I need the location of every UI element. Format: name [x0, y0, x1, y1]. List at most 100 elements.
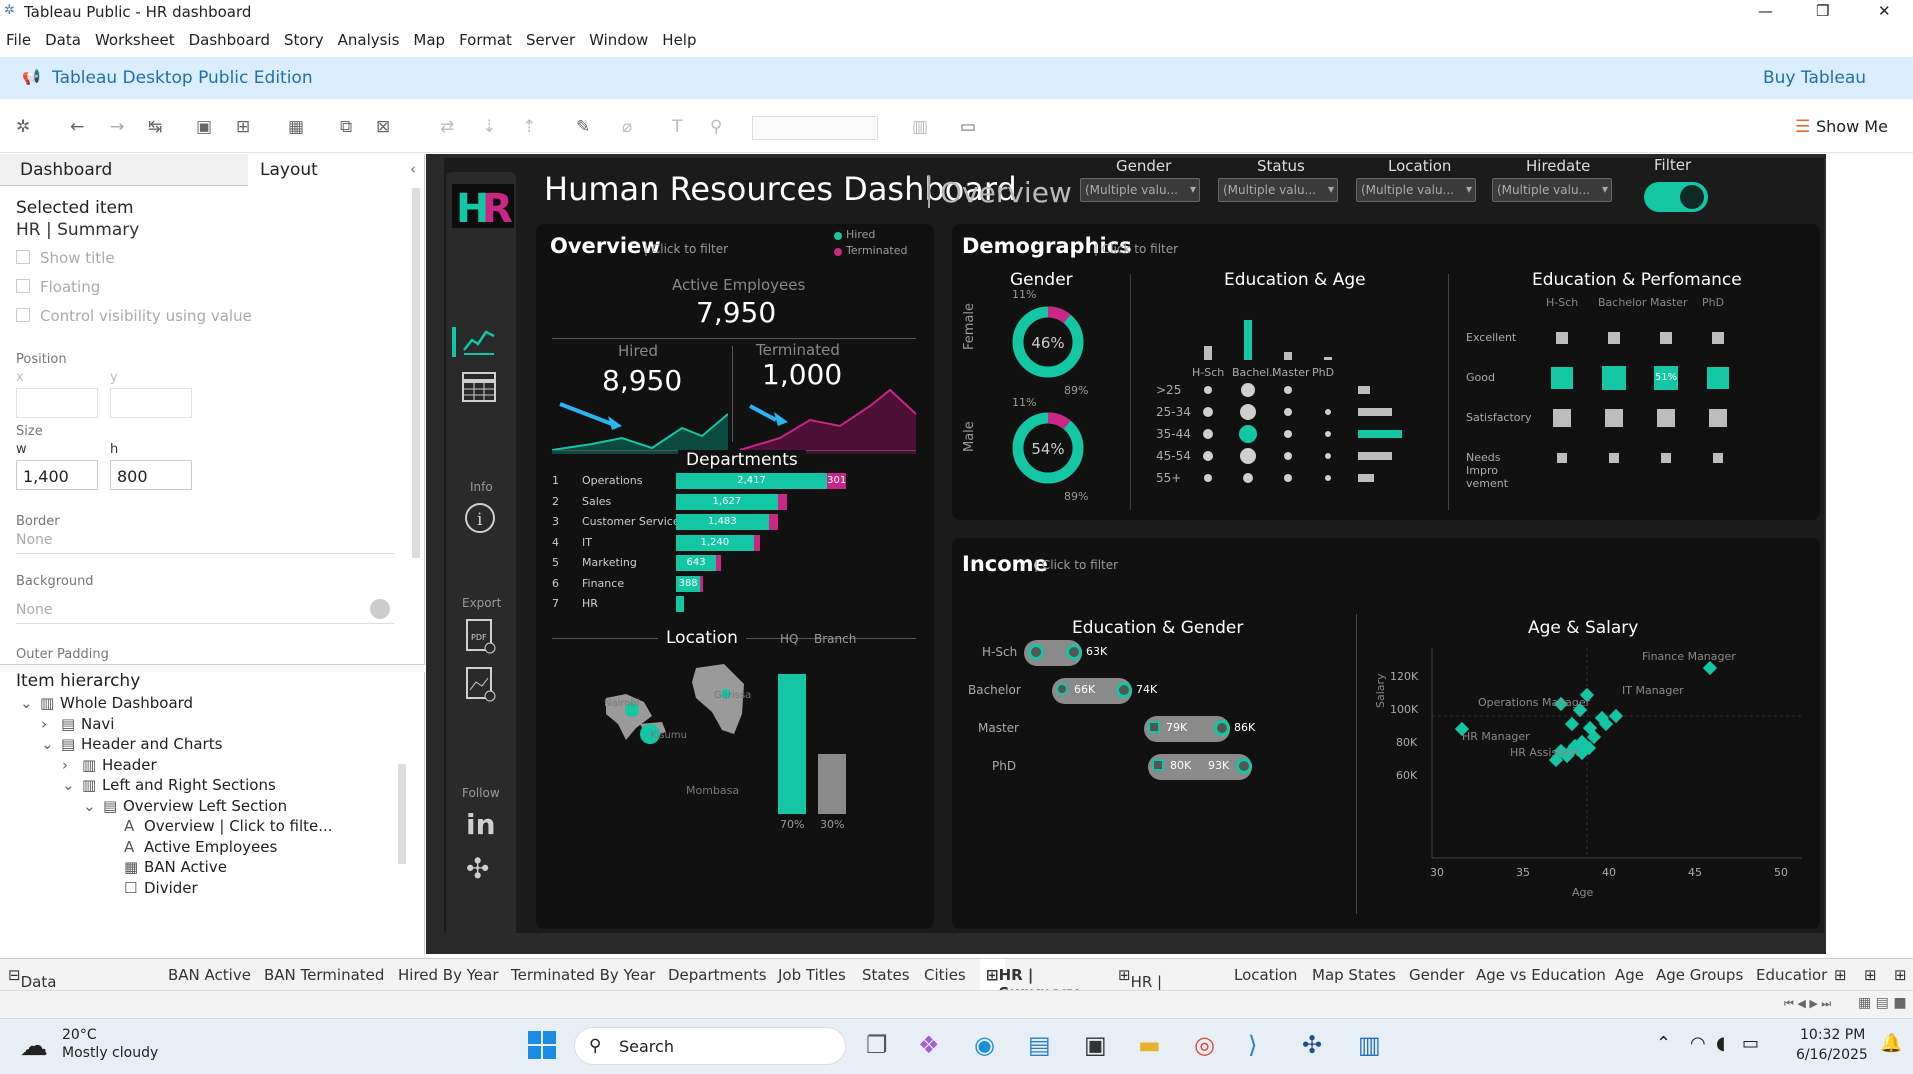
hierarchy-item[interactable]: ⌄ ▤ Header and Charts [41, 735, 222, 753]
hierarchy-item[interactable]: ☐ Divider [104, 879, 198, 897]
perf-cell[interactable] [1605, 409, 1623, 427]
tableau-public-icon[interactable]: ✣ [466, 852, 489, 885]
hierarchy-item[interactable]: A Overview | Click to filte... [104, 817, 333, 835]
menu-dashboard[interactable]: Dashboard [189, 31, 270, 49]
expand-toggle-icon[interactable]: › [62, 756, 82, 774]
income-male-marker[interactable] [1066, 644, 1082, 660]
department-terminated-bar[interactable] [768, 514, 778, 530]
menu-format[interactable]: Format [459, 31, 512, 49]
swap-icon[interactable]: ⇄ [440, 117, 454, 137]
edu-bar[interactable] [1204, 346, 1212, 360]
department-hired-bar[interactable]: 1,240 [676, 534, 754, 551]
hierarchy-scrollbar[interactable] [398, 764, 406, 864]
edu-perf-chart[interactable]: H-Sch Bachelor Master PhD Excellent Good 51% Sa… [1462, 296, 1812, 516]
edge-icon[interactable]: ◉ [974, 1031, 995, 1059]
active-sheet-tab[interactable]: ⊞ HR | Summary [980, 959, 1079, 1002]
show-me-icon[interactable]: ☰ [1795, 117, 1810, 137]
dashboard-tab[interactable]: ⊞ HR | Details [1118, 966, 1183, 1009]
export-pdf-icon[interactable]: PDF [464, 618, 496, 654]
label-icon[interactable]: T [672, 117, 682, 137]
age-group-bar[interactable] [1358, 474, 1374, 482]
pin-icon[interactable]: ⚲ [710, 117, 722, 137]
age-salary-scatter[interactable]: Salary Age 120K 100K 80K 60K 30 35 40 45… [1362, 638, 1812, 928]
perf-cell[interactable] [1556, 332, 1568, 344]
store-icon[interactable]: ▤ [1028, 1031, 1051, 1059]
perf-cell[interactable] [1661, 453, 1671, 463]
floating-checkbox[interactable] [16, 279, 30, 293]
perf-cell[interactable] [1602, 366, 1626, 390]
tab-dashboard[interactable]: Dashboard [0, 154, 248, 186]
perf-cell[interactable] [1713, 453, 1723, 463]
department-hired-bar[interactable]: 1,483 [676, 514, 769, 530]
menu-story[interactable]: Story [284, 31, 324, 49]
hierarchy-item[interactable]: ⌄ ▥ Left and Right Sections [62, 776, 276, 794]
menu-file[interactable]: File [6, 31, 31, 49]
expand-toggle-icon[interactable]: ⌄ [41, 735, 61, 753]
scatter-point[interactable] [1608, 708, 1624, 724]
new-worksheet-tab-icon[interactable]: ⊞ [1834, 966, 1847, 984]
income-female-marker[interactable] [1028, 644, 1044, 660]
department-hired-bar[interactable]: 1,627 [676, 493, 778, 510]
background-select[interactable]: None [16, 602, 394, 624]
summary-chart-icon[interactable] [462, 324, 496, 356]
income-female-marker[interactable] [1148, 721, 1160, 733]
sheet-tab[interactable]: BAN Terminated [264, 966, 384, 984]
menu-map[interactable]: Map [413, 31, 445, 49]
department-terminated-bar[interactable] [700, 575, 703, 592]
sheet-tab[interactable]: Departments [668, 966, 767, 984]
presentation-icon[interactable]: ▭ [960, 117, 976, 137]
edu-age-dot[interactable] [1203, 429, 1213, 439]
edu-age-dot[interactable] [1204, 386, 1212, 394]
file-explorer-icon[interactable]: ▬ [1138, 1031, 1161, 1059]
edu-age-dot[interactable] [1284, 474, 1292, 482]
perf-cell[interactable] [1707, 367, 1729, 389]
income-female-marker[interactable] [1056, 683, 1068, 695]
duplicate-icon[interactable]: ⧉ [340, 117, 352, 137]
highlight-icon[interactable]: ✎ [576, 117, 590, 137]
perf-cell[interactable] [1609, 453, 1619, 463]
active-employees-value[interactable]: 7,950 [696, 296, 776, 329]
menu-help[interactable]: Help [662, 31, 696, 49]
department-terminated-bar[interactable]: 301 [827, 473, 846, 489]
notepad-icon[interactable]: ▥ [1358, 1031, 1381, 1059]
tableau-home-icon[interactable]: ✲ [16, 117, 30, 137]
edu-bar[interactable] [1284, 352, 1292, 360]
sheet-tab[interactable]: Age [1615, 966, 1644, 984]
edu-bar[interactable] [1324, 357, 1332, 360]
expand-toggle-icon[interactable]: ⌄ [83, 797, 103, 815]
age-group-bar[interactable] [1358, 408, 1392, 416]
edu-age-dot[interactable] [1203, 451, 1213, 461]
copilot-icon[interactable]: ❖ [918, 1031, 940, 1059]
department-hired-bar[interactable]: 388 [676, 575, 701, 592]
wifi-icon[interactable]: ◠ [1690, 1033, 1706, 1054]
sheet-tab[interactable]: Cities [924, 966, 966, 984]
x-input[interactable] [16, 388, 98, 418]
edu-age-dot[interactable] [1241, 383, 1255, 397]
cloudy-weather-icon[interactable]: ☁ [20, 1029, 48, 1062]
collapse-panel-icon[interactable]: ‹ [410, 160, 416, 178]
edu-age-dot[interactable] [1284, 386, 1292, 394]
maximize-button[interactable]: ❐ [1816, 2, 1829, 20]
location-filter-dropdown[interactable]: (Multiple valu... ▾ [1356, 178, 1476, 202]
menu-server[interactable]: Server [526, 31, 575, 49]
volume-icon[interactable]: ◖ [1716, 1033, 1725, 1054]
perf-cell[interactable] [1557, 453, 1567, 463]
info-icon[interactable]: i [464, 502, 496, 534]
expand-toggle-icon[interactable]: ⌄ [20, 694, 40, 712]
expand-toggle-icon[interactable]: ⌄ [62, 776, 82, 794]
hiredate-filter-dropdown[interactable]: (Multiple valu... ▾ [1492, 178, 1612, 202]
panel-scrollbar[interactable] [412, 188, 420, 558]
terminated-trend-chart[interactable] [740, 374, 916, 454]
hierarchy-item[interactable]: › ▥ Header [62, 756, 157, 774]
new-datasource-icon[interactable]: ⊞ [236, 117, 250, 137]
sheet-tab[interactable]: Gender [1409, 966, 1464, 984]
age-group-bar[interactable] [1358, 386, 1370, 394]
edu-bar[interactable] [1244, 320, 1252, 360]
terminal-icon[interactable]: ▣ [1084, 1031, 1107, 1059]
gender-filter-dropdown[interactable]: (Multiple valu... ▾ [1080, 178, 1200, 202]
income-male-marker[interactable] [1116, 682, 1132, 698]
minimize-button[interactable]: — [1758, 2, 1773, 20]
expand-toggle-icon[interactable]: › [41, 715, 61, 733]
sheet-tab[interactable]: Terminated By Year [511, 966, 655, 984]
edu-age-dot[interactable] [1325, 409, 1331, 415]
